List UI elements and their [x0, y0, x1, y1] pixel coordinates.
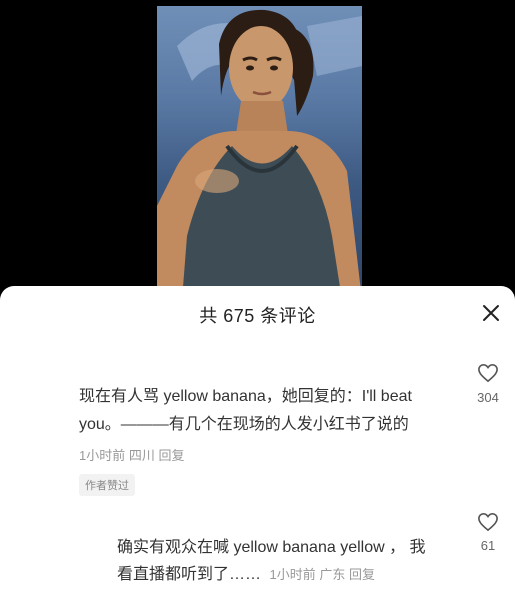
author-liked-badge: 作者赞过 — [79, 474, 135, 496]
comment-text-line: 现在有人骂 yellow banana，她回复的：I'll beat — [79, 388, 412, 405]
comment-text-tail: 看直播都听到了…… — [117, 566, 262, 583]
reply-button[interactable]: 回复 — [349, 567, 375, 582]
close-icon — [483, 305, 499, 321]
comment-meta: 1小时前 四川 回复 — [79, 445, 185, 464]
like-count: 61 — [480, 538, 496, 553]
comment-text-line: you。———有几个在现场的人发小红书了说的 — [79, 416, 409, 433]
comment-location: 四川 — [128, 448, 155, 463]
like-count: 304 — [477, 390, 499, 405]
comment-location: 广东 — [319, 567, 346, 582]
heart-outline-icon[interactable] — [477, 363, 499, 383]
comment-text-line: 确实有观众在喊 yellow banana yellow ， 我 — [117, 539, 426, 556]
comment-time: 1小时前 — [269, 567, 316, 582]
comment-time: 1小时前 — [79, 448, 126, 463]
comments-count-title: 共 675 条评论 — [199, 306, 316, 326]
video-still-image — [157, 9, 362, 300]
video-player[interactable] — [0, 0, 515, 300]
close-button[interactable] — [478, 300, 504, 326]
video-frame — [157, 6, 362, 300]
comment-text-line: 看直播都听到了…… 1小时前 广东 回复 — [117, 562, 375, 587]
comment-meta: 1小时前 广东 回复 — [269, 567, 375, 582]
reply-button[interactable]: 回复 — [159, 448, 185, 463]
heart-outline-icon[interactable] — [477, 512, 499, 532]
comments-sheet: 共 675 条评论 现在有人骂 yellow banana，她回复的：I'll … — [0, 286, 515, 589]
